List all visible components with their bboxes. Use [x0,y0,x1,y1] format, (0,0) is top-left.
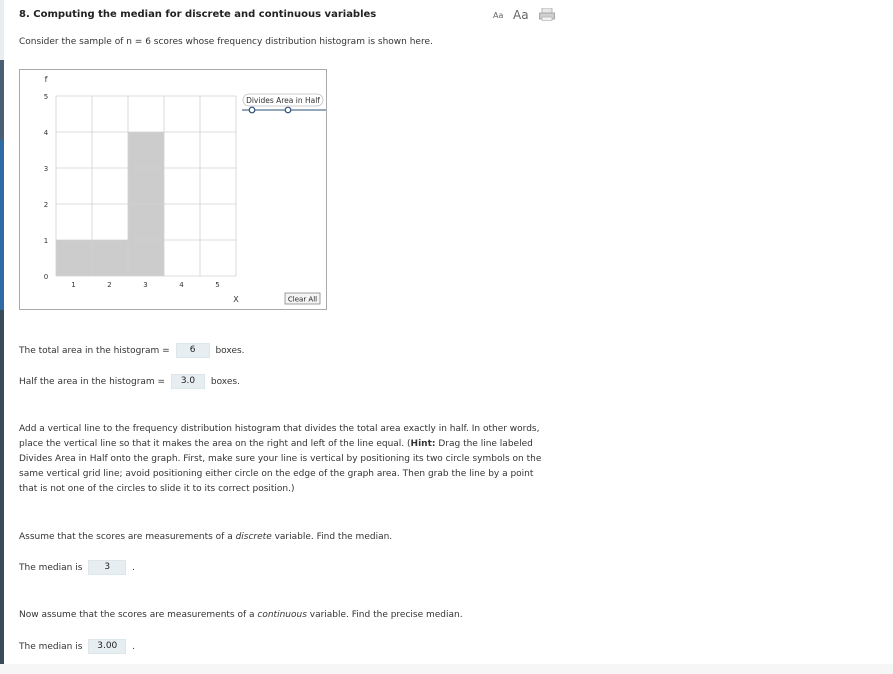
y-tick-label: 5 [44,93,48,101]
continuous-emphasis: continuous [257,610,307,620]
histogram-panel: f 0 1 2 3 4 5 1 2 3 4 5 X Divides Area in Half Cl… [19,69,327,310]
total-area-unit: boxes. [215,346,245,356]
total-area-row: The total area in the histogram = 6 boxe… [19,343,245,359]
continuous-prompt-text-1: Now assume that the scores are measureme… [19,610,258,620]
font-size-large-button[interactable]: Aa [513,8,529,22]
x-axis-label: X [233,295,239,304]
intro-text: Consider the sample of n = 6 scores whos… [19,37,433,47]
bottom-bar [0,664,893,674]
half-area-label: Half the area in the histogram = [19,377,166,387]
divides-area-left-circle-handle[interactable] [248,106,256,114]
left-edge-band-top [0,0,4,60]
print-icon[interactable] [539,8,555,21]
discrete-answer-row: The median is 3 . [19,560,135,576]
continuous-median-label: The median is [19,642,83,652]
half-area-row: Half the area in the histogram = 3.0 box… [19,374,240,390]
discrete-median-label: The median is [19,563,83,573]
font-size-small-button[interactable]: Aa [493,11,503,20]
y-tick-labels: 0 1 2 3 4 5 [44,93,49,281]
clear-all-button[interactable]: Clear All [284,292,321,305]
half-area-input[interactable]: 3.0 [170,374,205,389]
histogram-bar-1 [56,240,92,276]
x-tick-label: 1 [71,281,75,289]
continuous-prompt: Now assume that the scores are measureme… [19,608,463,623]
x-tick-label: 4 [179,281,184,289]
left-edge-band-dark [0,310,4,674]
y-tick-label: 3 [44,165,48,173]
discrete-median-period: . [132,563,136,573]
x-tick-label: 2 [107,281,111,289]
total-area-input[interactable]: 6 [175,343,210,358]
continuous-prompt-text-2: variable. Find the precise median. [306,610,463,620]
discrete-median-input[interactable]: 3 [88,560,127,575]
histogram-graph[interactable]: f 0 1 2 3 4 5 1 2 3 4 5 X Divides Area in Half Cl… [20,70,326,309]
left-edge-band-mid [0,60,4,140]
continuous-median-input[interactable]: 3.00 [88,639,127,654]
hint-label: Hint: [410,439,436,449]
half-area-unit: boxes. [210,377,240,387]
question-title: 8. Computing the median for discrete and… [19,9,377,20]
total-area-label: The total area in the histogram = [19,346,170,356]
y-tick-label: 1 [44,237,48,245]
left-edge-band-blue [0,140,4,310]
y-axis-label: f [45,75,48,84]
divides-area-right-circle-handle[interactable] [284,106,292,114]
left-edge-strip [0,0,4,674]
y-tick-label: 2 [44,201,48,209]
continuous-median-period: . [132,642,136,652]
discrete-emphasis: discrete [235,532,272,542]
continuous-answer-row: The median is 3.00 . [19,639,135,655]
discrete-prompt: Assume that the scores are measurements … [19,530,392,545]
x-tick-label: 5 [215,281,219,289]
discrete-prompt-text-2: variable. Find the median. [271,532,393,542]
discrete-prompt-text-1: Assume that the scores are measurements … [19,532,236,542]
histogram-bar-2 [92,240,128,276]
instructions-paragraph: Add a vertical line to the frequency dis… [19,422,554,497]
divides-area-in-half-tool[interactable]: Divides Area in Half [242,93,326,114]
x-tick-label: 3 [143,281,147,289]
y-tick-label: 4 [44,129,49,137]
x-tick-labels: 1 2 3 4 5 [71,281,219,289]
divides-area-in-half-label: Divides Area in Half [246,96,320,105]
y-tick-label: 0 [44,273,48,281]
clear-all-label: Clear All [288,296,317,304]
